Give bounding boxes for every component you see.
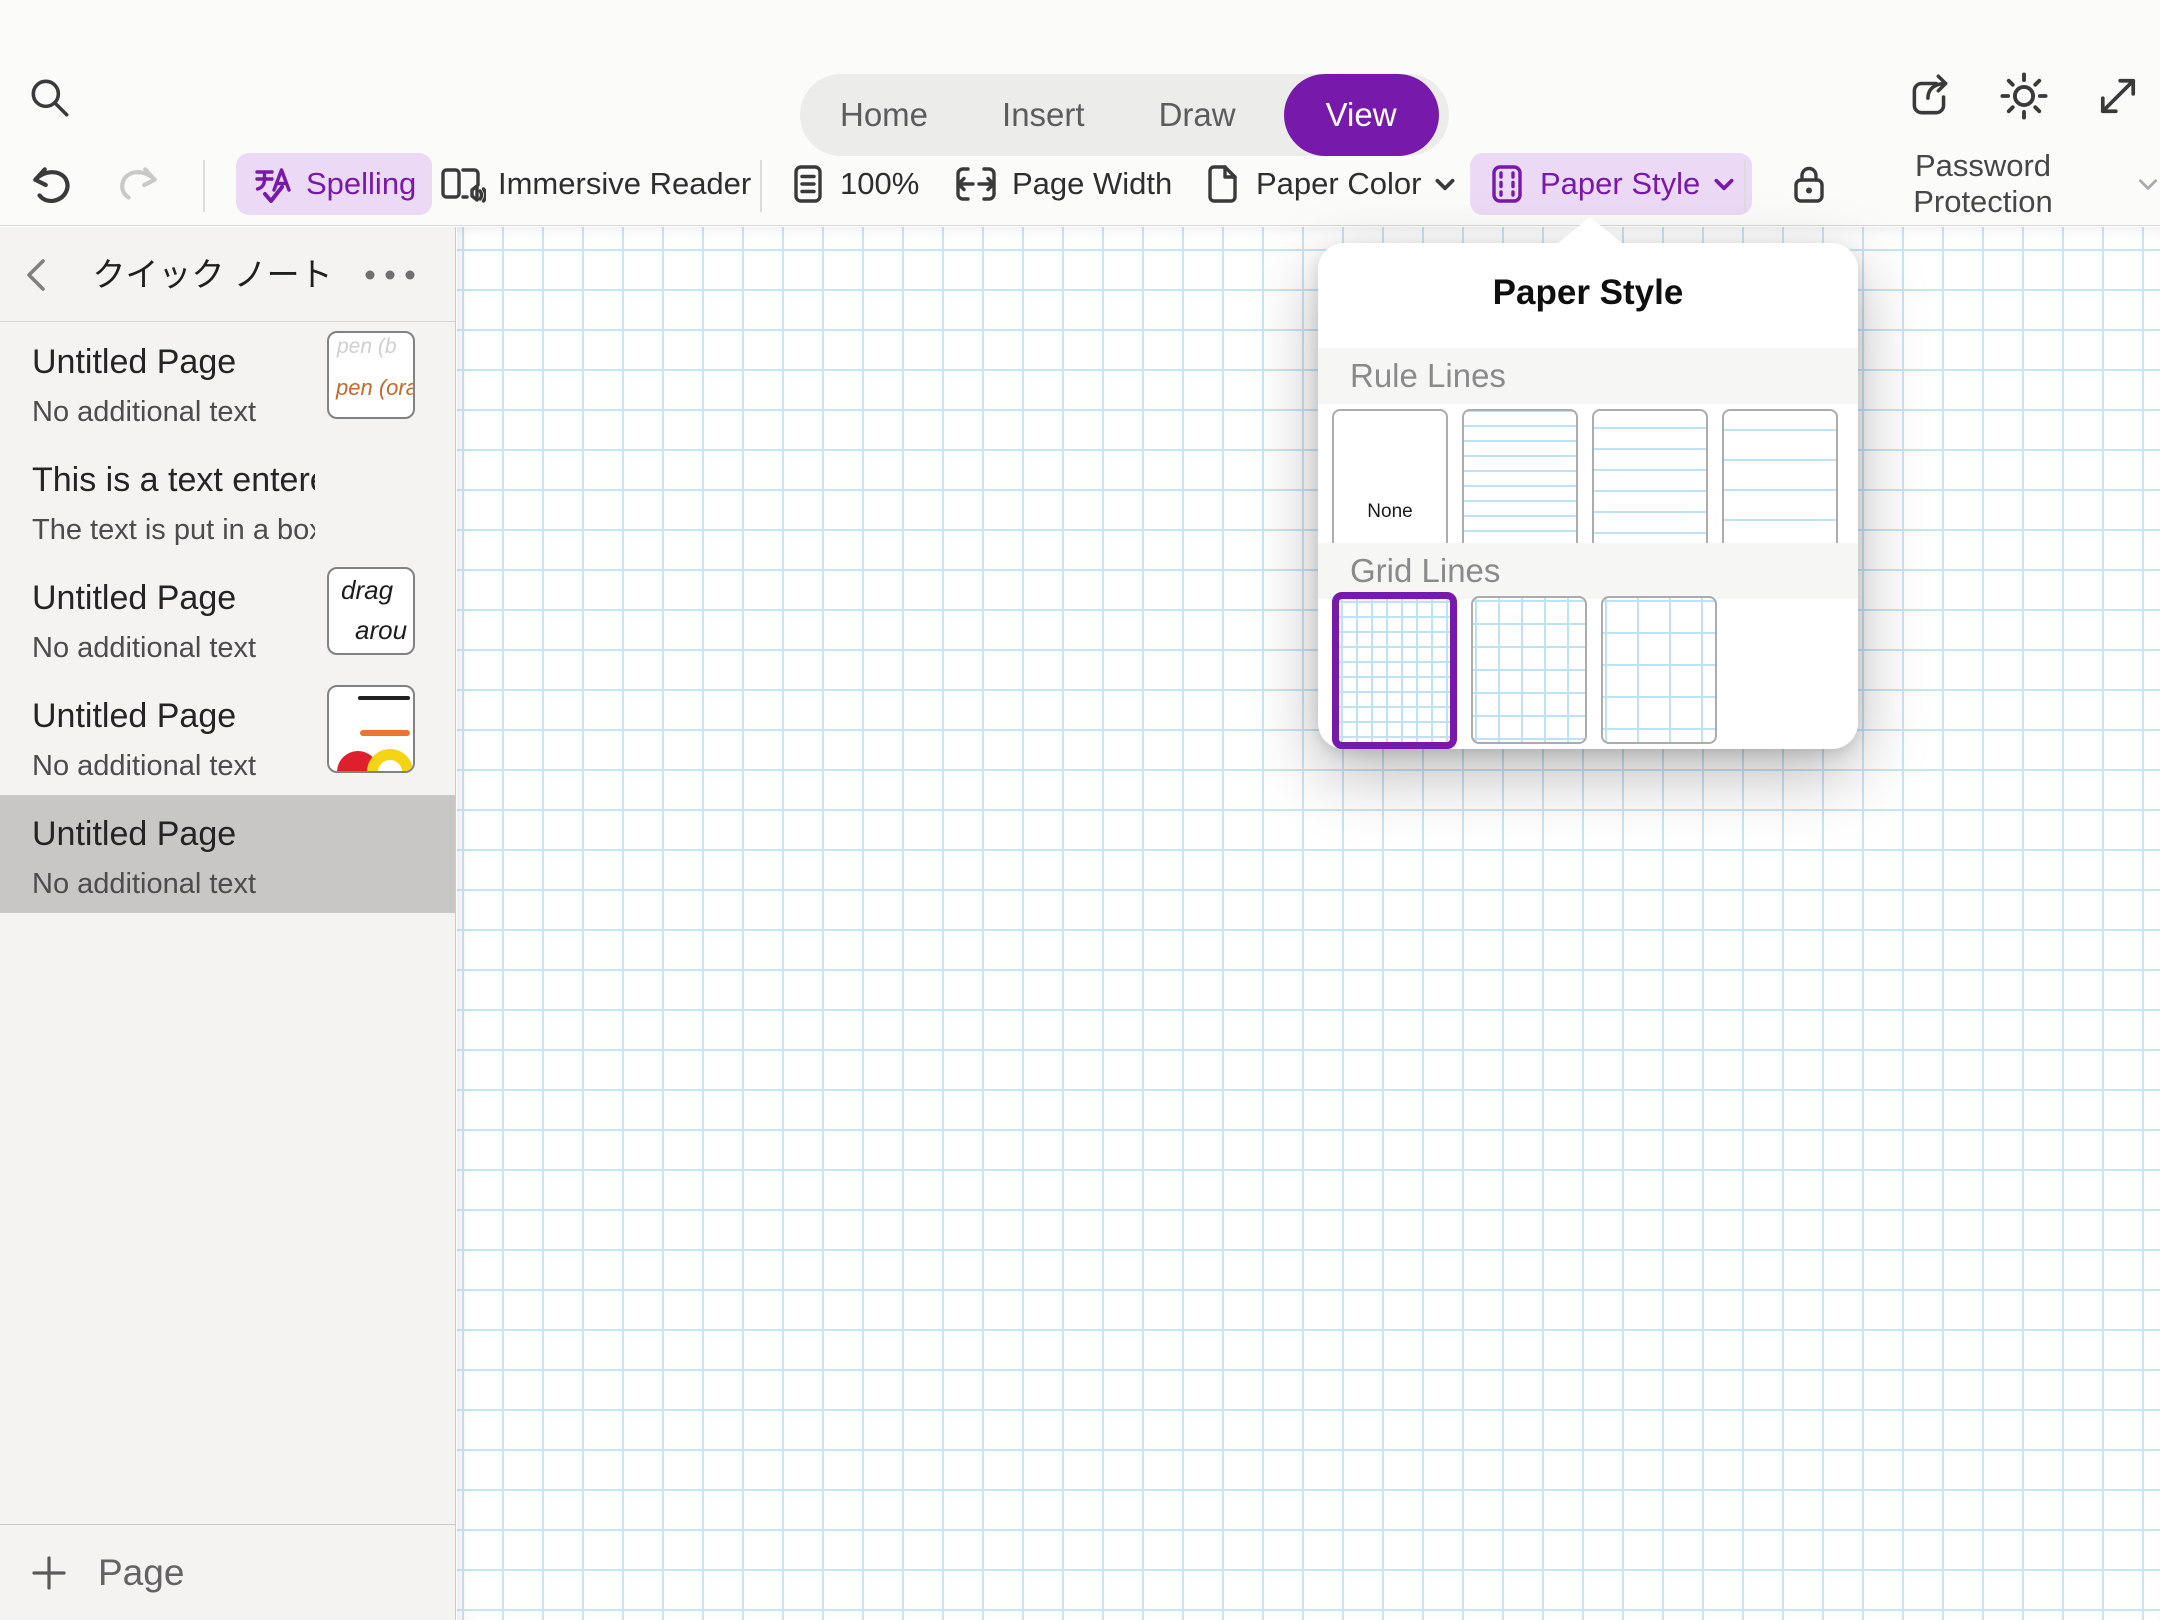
search-button[interactable]: [24, 72, 76, 124]
redo-button[interactable]: [114, 160, 164, 210]
grid-style-large-tile[interactable]: [1601, 596, 1717, 744]
sidebar-page-item[interactable]: Untitled Page No additional text: [0, 795, 455, 913]
page-width-icon: [952, 163, 1000, 205]
zoom-level-label: 100%: [840, 166, 920, 201]
fullscreen-button[interactable]: [2092, 70, 2144, 122]
page-subtitle: No additional text: [32, 632, 257, 664]
paper-style-icon: [1486, 163, 1528, 205]
top-toolbar: Home Insert Draw View Spelling Immersive…: [0, 0, 2160, 226]
toolbar-divider: [760, 160, 762, 212]
toolbar-divider: [1744, 160, 1746, 212]
spelling-label: Spelling: [306, 166, 417, 201]
chevron-down-icon: [1712, 172, 1736, 196]
page-title: Untitled Page: [32, 343, 237, 381]
rule-lines-options: None: [1332, 409, 1838, 557]
page-subtitle: No additional text: [32, 868, 257, 900]
grid-style-medium-tile[interactable]: [1471, 596, 1587, 744]
page-width-button[interactable]: Page Width: [952, 153, 1172, 215]
immersive-reader-label: Immersive Reader: [498, 166, 752, 201]
page-title: Untitled Page: [32, 815, 237, 853]
password-protection-label: Password Protection: [1913, 148, 2053, 219]
page-title: Untitled Page: [32, 579, 237, 617]
rule-style-narrow-tile[interactable]: [1462, 409, 1578, 557]
ribbon-tabs: Home Insert Draw View: [800, 74, 1449, 156]
immersive-reader-button[interactable]: Immersive Reader: [438, 153, 751, 215]
page-list-sidebar: クイック ノート Untitled Page No additional text…: [0, 227, 456, 1620]
rule-lines-section-header: Rule Lines: [1318, 348, 1858, 404]
expand-icon: [2093, 71, 2143, 121]
tab-home[interactable]: Home: [814, 74, 954, 156]
back-chevron-icon: [15, 252, 61, 298]
chevron-down-icon: [2136, 172, 2160, 196]
sidebar-page-item[interactable]: Untitled Page No additional text drag arou: [0, 559, 455, 677]
page-thumbnail: pen (b pen (ora: [327, 331, 415, 419]
toolbar-divider: [203, 160, 205, 212]
rule-style-wide-tile[interactable]: [1722, 409, 1838, 557]
notebook-section-title: クイック ノート: [92, 256, 333, 293]
paper-color-button[interactable]: Paper Color: [1202, 153, 1457, 215]
undo-button[interactable]: [26, 160, 76, 210]
rule-style-none-label: None: [1367, 501, 1413, 522]
page-subtitle: The text is put in a box called...: [32, 514, 315, 546]
page-title: This is a text entered in...: [32, 461, 315, 499]
spelling-icon: [252, 163, 294, 205]
paper-style-button[interactable]: Paper Style: [1470, 153, 1753, 215]
note-canvas[interactable]: [457, 227, 2160, 1620]
sidebar-page-item[interactable]: Untitled Page No additional text: [0, 677, 455, 795]
zoom-button[interactable]: 100%: [788, 153, 919, 215]
tab-view[interactable]: View: [1283, 74, 1439, 156]
immersive-reader-icon: [438, 163, 486, 205]
rule-style-none-tile[interactable]: None: [1332, 409, 1448, 557]
page-subtitle: No additional text: [32, 750, 257, 782]
page-list: Untitled Page No additional text pen (b pen…: [0, 323, 455, 1523]
page-subtitle: No additional text: [32, 396, 257, 428]
sidebar-header: クイック ノート: [0, 227, 455, 322]
sidebar-page-item[interactable]: This is a text entered in... The text is …: [0, 441, 455, 559]
page-title: Untitled Page: [32, 697, 237, 735]
grid-style-small-tile[interactable]: [1332, 591, 1457, 749]
back-button[interactable]: [14, 251, 62, 299]
lock-icon: [1788, 163, 1830, 205]
paper-color-label: Paper Color: [1256, 166, 1422, 201]
rule-style-college-tile[interactable]: [1592, 409, 1708, 557]
zoom-level-icon: [788, 163, 828, 205]
chevron-down-icon: [1433, 172, 1457, 196]
more-options-button[interactable]: [359, 253, 421, 297]
share-button[interactable]: [1904, 70, 1956, 122]
page-thumbnail: [327, 685, 415, 773]
share-icon: [1905, 71, 1955, 121]
gear-icon: [1999, 71, 2049, 121]
redo-icon: [115, 161, 163, 209]
add-page-label: Page: [98, 1551, 185, 1593]
tab-insert[interactable]: Insert: [976, 74, 1111, 156]
tab-draw[interactable]: Draw: [1133, 74, 1262, 156]
paper-style-popover: Paper Style Rule Lines None Grid Lines: [1318, 217, 1858, 749]
page-thumbnail: drag arou: [327, 567, 415, 655]
grid-lines-options: [1332, 591, 1717, 749]
paper-style-label: Paper Style: [1540, 166, 1701, 201]
ellipsis-icon: [360, 265, 420, 285]
sidebar-page-item[interactable]: Untitled Page No additional text pen (b pen…: [0, 323, 455, 441]
password-protection-button[interactable]: Password Protection: [1788, 148, 2160, 219]
popover-title: Paper Style: [1492, 273, 1684, 312]
popover-arrow: [1557, 217, 1623, 244]
paper-color-icon: [1202, 163, 1244, 205]
undo-icon: [27, 161, 75, 209]
add-page-button[interactable]: Page: [0, 1524, 455, 1620]
page-width-label: Page Width: [1012, 166, 1173, 201]
plus-icon: [28, 1552, 70, 1594]
spelling-button[interactable]: Spelling: [236, 153, 433, 215]
search-icon: [26, 74, 74, 122]
settings-button[interactable]: [1998, 70, 2050, 122]
